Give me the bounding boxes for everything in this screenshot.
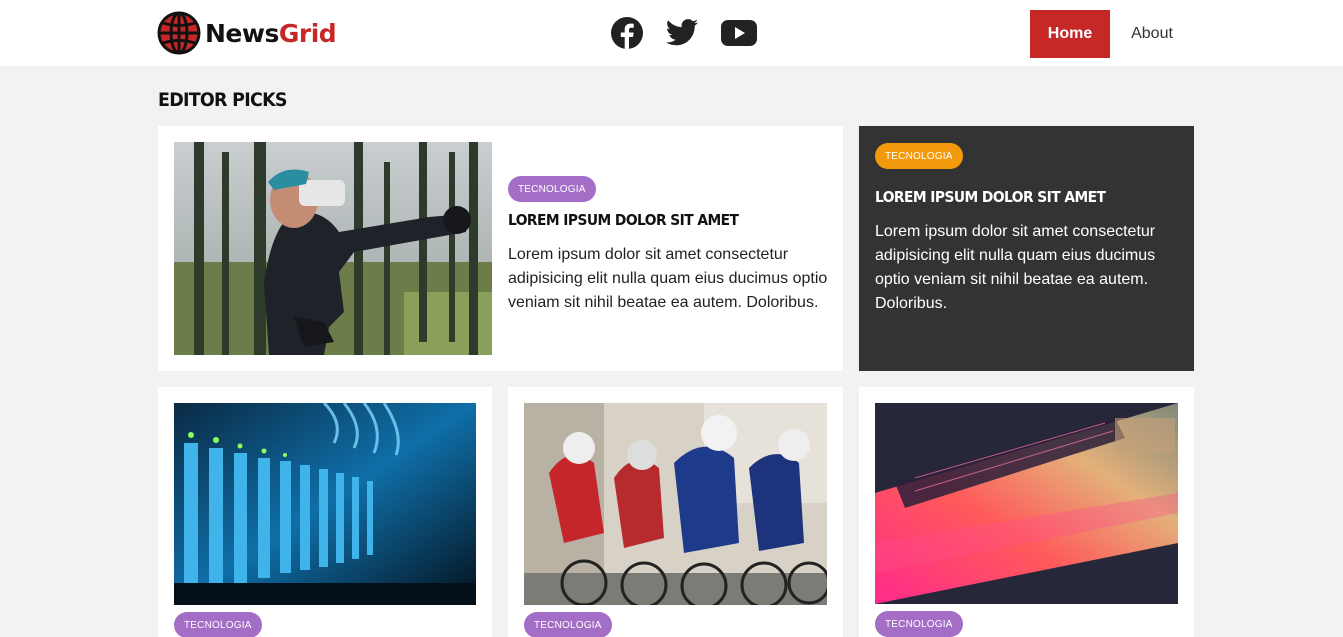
category-tag[interactable]: TECNOLOGIA bbox=[875, 143, 963, 169]
category-tag[interactable]: TECNOLOGIA bbox=[524, 612, 612, 637]
facebook-icon[interactable] bbox=[610, 15, 644, 51]
article-title[interactable]: LOREM IPSUM DOLOR SIT AMET bbox=[508, 211, 739, 229]
article-excerpt: Lorem ipsum dolor sit amet consectetur a… bbox=[875, 223, 1156, 312]
article-title[interactable]: LOREM IPSUM DOLOR SIT AMET bbox=[875, 188, 1106, 206]
side-article-card[interactable]: TECNOLOGIA LOREM IPSUM DOLOR SIT AMET Lo… bbox=[859, 126, 1194, 371]
section-title: EDITOR PICKS bbox=[158, 89, 287, 111]
logo-wordmark: NewsGrid bbox=[205, 18, 337, 48]
article-image[interactable] bbox=[875, 403, 1178, 604]
logo-text-grid: Grid bbox=[278, 18, 337, 48]
twitter-icon[interactable] bbox=[665, 15, 699, 51]
globe-icon bbox=[157, 11, 201, 55]
logo-text-news: News bbox=[205, 18, 279, 48]
article-excerpt: Lorem ipsum dolor sit amet consectetur a… bbox=[508, 246, 828, 311]
featured-article-card[interactable]: TECNOLOGIA LOREM IPSUM DOLOR SIT AMET Lo… bbox=[158, 126, 843, 371]
site-header: NewsGrid Home About bbox=[0, 0, 1343, 66]
article-image[interactable] bbox=[174, 403, 476, 605]
grid-article-card[interactable]: TECNOLOGIA bbox=[859, 387, 1194, 637]
nav-home-link[interactable]: Home bbox=[1030, 10, 1110, 58]
category-tag[interactable]: TECNOLOGIA bbox=[875, 611, 963, 637]
category-tag[interactable]: TECNOLOGIA bbox=[508, 176, 596, 202]
grid-article-card[interactable]: TECNOLOGIA bbox=[158, 387, 492, 637]
youtube-icon[interactable] bbox=[721, 15, 757, 51]
grid-article-card[interactable]: TECNOLOGIA bbox=[508, 387, 843, 637]
site-logo[interactable]: NewsGrid bbox=[157, 11, 337, 55]
article-image[interactable] bbox=[524, 403, 827, 605]
nav-about-link[interactable]: About bbox=[1119, 10, 1185, 58]
article-image[interactable] bbox=[174, 142, 492, 355]
category-tag[interactable]: TECNOLOGIA bbox=[174, 612, 262, 637]
